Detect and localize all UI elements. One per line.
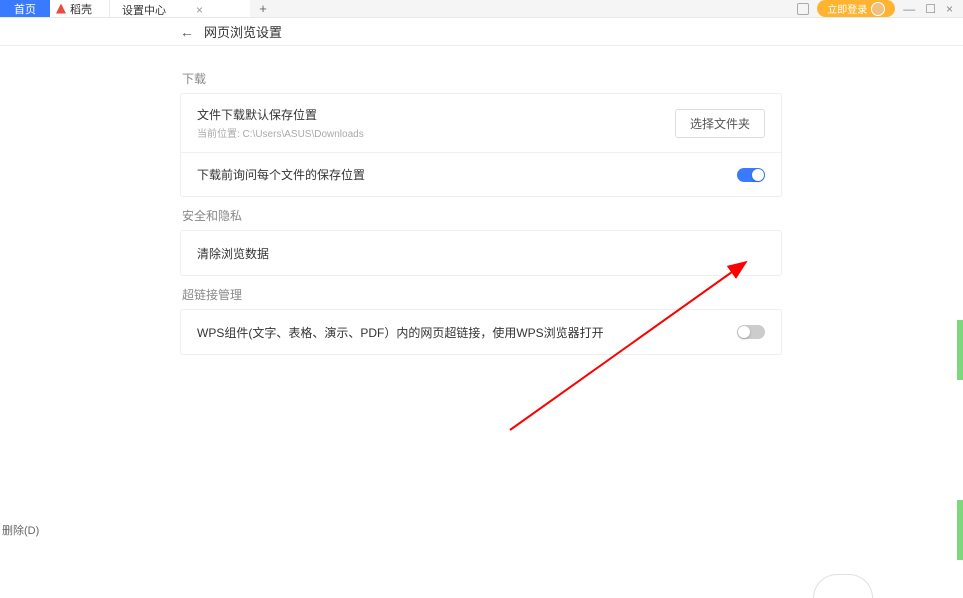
close-button[interactable]: × — [946, 2, 953, 16]
tab-home[interactable]: 首页 — [0, 0, 50, 17]
bottom-notch — [813, 574, 873, 598]
wps-open-row: WPS组件(文字、表格、演示、PDF）内的网页超链接，使用WPS浏览器打开 — [181, 310, 781, 354]
content-area: 下载 文件下载默认保存位置 当前位置: C:\Users\ASUS\Downlo… — [0, 46, 782, 355]
right-edge-indicator-upper — [957, 320, 963, 380]
toggle-knob — [738, 326, 750, 338]
section-hyperlink-label: 超链接管理 — [182, 286, 782, 303]
privacy-panel[interactable]: 清除浏览数据 — [180, 230, 782, 276]
choose-folder-button[interactable]: 选择文件夹 — [675, 109, 765, 138]
minimize-button[interactable]: — — [903, 2, 915, 16]
tab-home-label: 首页 — [14, 1, 36, 17]
ask-each-time-toggle[interactable] — [737, 168, 765, 182]
clear-data-row[interactable]: 清除浏览数据 — [181, 231, 781, 275]
wps-open-label: WPS组件(文字、表格、演示、PDF）内的网页超链接，使用WPS浏览器打开 — [197, 324, 604, 341]
download-panel: 文件下载默认保存位置 当前位置: C:\Users\ASUS\Downloads… — [180, 93, 782, 197]
right-edge-indicator-lower — [957, 500, 963, 560]
ask-each-time-label: 下载前询问每个文件的保存位置 — [197, 166, 365, 183]
titlebar: 首页 稻壳 设置中心 × + 立即登录 — ☐ × — [0, 0, 963, 18]
ask-each-time-row: 下载前询问每个文件的保存位置 — [181, 152, 781, 196]
default-path-title: 文件下载默认保存位置 — [197, 106, 364, 123]
clear-data-label: 清除浏览数据 — [197, 245, 269, 262]
default-path-textblock: 文件下载默认保存位置 当前位置: C:\Users\ASUS\Downloads — [197, 106, 364, 140]
login-label: 立即登录 — [827, 1, 867, 16]
hyperlink-panel: WPS组件(文字、表格、演示、PDF）内的网页超链接，使用WPS浏览器打开 — [180, 309, 782, 355]
back-button[interactable]: ← — [180, 24, 194, 40]
new-tab-button[interactable]: + — [250, 1, 276, 16]
titlebar-right: 立即登录 — ☐ × — [797, 0, 963, 17]
tab-close-icon[interactable]: × — [196, 3, 203, 17]
avatar-icon — [871, 2, 885, 16]
tab-docs-label: 稻壳 — [70, 1, 92, 17]
section-privacy-label: 安全和隐私 — [182, 207, 782, 224]
docs-icon — [56, 4, 66, 14]
default-path-row: 文件下载默认保存位置 当前位置: C:\Users\ASUS\Downloads… — [181, 94, 781, 152]
tab-docs[interactable]: 稻壳 — [50, 0, 110, 17]
page-header: ← 网页浏览设置 — [0, 18, 963, 46]
tab-settings[interactable]: 设置中心 × — [110, 0, 250, 17]
default-path-sub: 当前位置: C:\Users\ASUS\Downloads — [197, 125, 364, 140]
toggle-knob — [752, 169, 764, 181]
window-controls: — ☐ × — [903, 2, 953, 16]
login-button[interactable]: 立即登录 — [817, 0, 895, 17]
tab-strip: 首页 稻壳 设置中心 × + — [0, 0, 797, 17]
library-icon[interactable] — [797, 3, 809, 15]
delete-label[interactable]: 删除(D) — [2, 522, 39, 538]
page-title: 网页浏览设置 — [204, 22, 282, 41]
maximize-button[interactable]: ☐ — [925, 2, 936, 16]
tab-settings-label: 设置中心 — [122, 2, 166, 18]
wps-open-toggle[interactable] — [737, 325, 765, 339]
section-download-label: 下载 — [182, 70, 782, 87]
